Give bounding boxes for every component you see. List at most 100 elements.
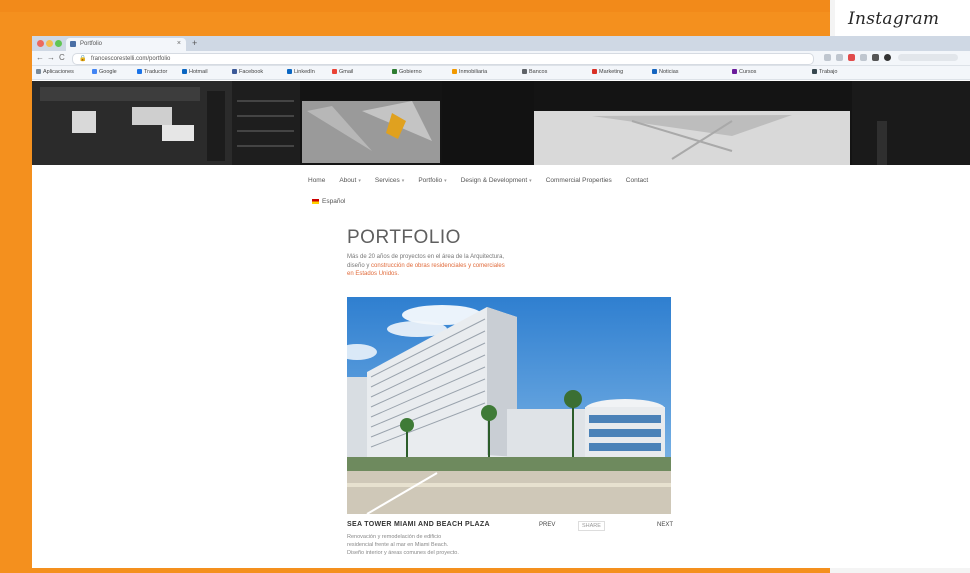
- description-line: en Estados Unidos.: [347, 271, 400, 277]
- building-photo: [347, 297, 671, 514]
- language-label: Español: [322, 198, 346, 205]
- chevron-down-icon: ▾: [444, 178, 447, 184]
- instagram-logo[interactable]: Instagram: [848, 9, 939, 29]
- bookmark-label: Traductor: [144, 69, 168, 75]
- portfolio-description: Más de 20 años de proyectos en el área d…: [347, 253, 617, 279]
- maximize-window-icon[interactable]: [55, 40, 62, 47]
- bookmark-label: Hotmail: [189, 69, 208, 75]
- description-line: Más de 20 años de proyectos en el área d…: [347, 254, 505, 260]
- bookmark-item[interactable]: Traductor: [137, 69, 167, 75]
- nav-item-label: Commercial Properties: [545, 177, 612, 184]
- profile-button[interactable]: [898, 54, 958, 61]
- nav-item[interactable]: Contact: [626, 177, 648, 184]
- tab-close-icon[interactable]: ×: [177, 40, 181, 47]
- forward-icon[interactable]: →: [47, 53, 55, 62]
- spain-flag-icon: [312, 198, 319, 204]
- orange-backdrop: [0, 0, 830, 12]
- bookmark-icon: [287, 69, 292, 75]
- page-content: Home About ▾ Services ▾ Portfolio ▾ Design & De…: [32, 165, 970, 568]
- main-nav: Home About ▾ Services ▾ Portfolio ▾ Design & De…: [308, 177, 662, 184]
- bookmark-icon: [522, 69, 527, 75]
- chevron-down-icon: ▾: [401, 178, 405, 184]
- bookmark-icon: [652, 69, 657, 75]
- bookmark-item[interactable]: Hotmail: [182, 69, 208, 75]
- nav-item[interactable]: About ▾: [339, 177, 361, 184]
- nav-item-label: About: [339, 177, 357, 184]
- nav-item[interactable]: Services ▾: [375, 177, 404, 184]
- nav-item-label: Contact: [625, 177, 649, 184]
- bookmark-item[interactable]: Bancos: [522, 69, 547, 75]
- bookmark-item[interactable]: Inmobiliaria: [452, 69, 487, 75]
- bookmark-label: Facebook: [239, 69, 264, 75]
- url-text: francescorestelli.com/portfolio: [91, 56, 171, 62]
- pinterest-extension-icon[interactable]: [848, 54, 855, 61]
- hero-banner: [32, 81, 970, 165]
- bookmark-label: Trabajo: [819, 69, 838, 75]
- extension-icon[interactable]: [836, 54, 843, 61]
- bookmark-label: Gmail: [339, 69, 354, 75]
- next-link[interactable]: NEXT: [657, 522, 673, 528]
- bookmark-label: Marketing: [599, 69, 624, 75]
- nav-item[interactable]: Commercial Properties: [546, 177, 612, 184]
- portfolio-item-title[interactable]: SEA TOWER MIAMI AND BEACH PLAZA: [347, 521, 490, 528]
- prev-link[interactable]: PREV: [539, 522, 555, 528]
- description-link[interactable]: construcción de obras residenciales y co…: [371, 263, 505, 269]
- bookmark-label: LinkedIn: [294, 69, 315, 75]
- bookmark-item[interactable]: Trabajo: [812, 69, 837, 75]
- share-button[interactable]: SHARE: [578, 521, 605, 531]
- close-window-icon[interactable]: [37, 40, 44, 47]
- bookmark-label: Inmobiliaria: [459, 69, 488, 75]
- nav-item[interactable]: Portfolio ▾: [418, 177, 446, 184]
- bookmark-label: Cursos: [739, 69, 757, 75]
- bookmark-item[interactable]: Noticias: [652, 69, 679, 75]
- bookmark-icon: [392, 69, 397, 75]
- address-bar[interactable]: 🔒 francescorestelli.com/portfolio: [72, 53, 814, 65]
- reload-icon[interactable]: C: [59, 53, 65, 62]
- browser-toolbar: ← → C 🔒 francescorestelli.com/portfolio: [32, 51, 970, 66]
- browser-window: Portfolio × + ← → C 🔒 francescorestelli.…: [32, 36, 970, 568]
- portfolio-photo[interactable]: [347, 297, 671, 514]
- bookmark-item[interactable]: Aplicaciones: [36, 69, 74, 75]
- minimize-window-icon[interactable]: [46, 40, 53, 47]
- portfolio-item-caption: Renovación y remodelación de edificio res…: [347, 533, 527, 557]
- bookmark-label: Noticias: [659, 69, 679, 75]
- nav-item[interactable]: Design & Development ▾: [461, 177, 532, 184]
- chevron-down-icon: ▾: [529, 178, 532, 184]
- chevron-down-icon: ▾: [358, 178, 361, 184]
- bookmarks-bar: Aplicaciones Google Traductor Hotmail Facebo…: [32, 66, 970, 80]
- hero-banner-image: [32, 81, 970, 165]
- nav-item[interactable]: Home: [308, 177, 325, 184]
- bookmark-icon: [232, 69, 237, 75]
- bookmark-item[interactable]: Facebook: [232, 69, 263, 75]
- caption-line: Diseño interior y áreas comunes del proy…: [347, 550, 459, 556]
- nav-item-label: Portfolio: [418, 177, 443, 184]
- back-icon[interactable]: ←: [36, 53, 44, 62]
- extension-icon[interactable]: [872, 54, 879, 61]
- favicon-icon: [70, 41, 76, 47]
- bookmark-label: Gobierno: [399, 69, 422, 75]
- bookmark-icon: [732, 69, 737, 75]
- tab-title: Portfolio: [80, 41, 103, 47]
- bookmark-label: Google: [99, 69, 117, 75]
- bookmark-label: Bancos: [529, 69, 548, 75]
- lock-icon: 🔒: [79, 56, 87, 62]
- bookmark-item[interactable]: Google: [92, 69, 117, 75]
- bookmark-item[interactable]: Cursos: [732, 69, 756, 75]
- bookmark-item[interactable]: Gmail: [332, 69, 353, 75]
- nav-item-label: Services: [374, 177, 400, 184]
- star-icon[interactable]: [824, 54, 831, 61]
- caption-line: residencial frente al mar en Miami Beach…: [347, 542, 449, 548]
- bookmark-item[interactable]: Gobierno: [392, 69, 422, 75]
- bookmark-icon: [592, 69, 597, 75]
- caption-line: Renovación y remodelación de edificio: [347, 534, 442, 540]
- browser-tab[interactable]: Portfolio ×: [66, 38, 186, 51]
- page-title: PORTFOLIO: [347, 227, 461, 248]
- new-tab-button[interactable]: +: [192, 38, 197, 48]
- bookmark-item[interactable]: Marketing: [592, 69, 623, 75]
- bookmark-icon: [137, 69, 142, 75]
- profile-avatar-icon[interactable]: [884, 54, 891, 61]
- bookmark-item[interactable]: LinkedIn: [287, 69, 315, 75]
- extension-icon[interactable]: [860, 54, 867, 61]
- bookmark-icon: [182, 69, 187, 75]
- language-switcher[interactable]: Español: [312, 198, 346, 205]
